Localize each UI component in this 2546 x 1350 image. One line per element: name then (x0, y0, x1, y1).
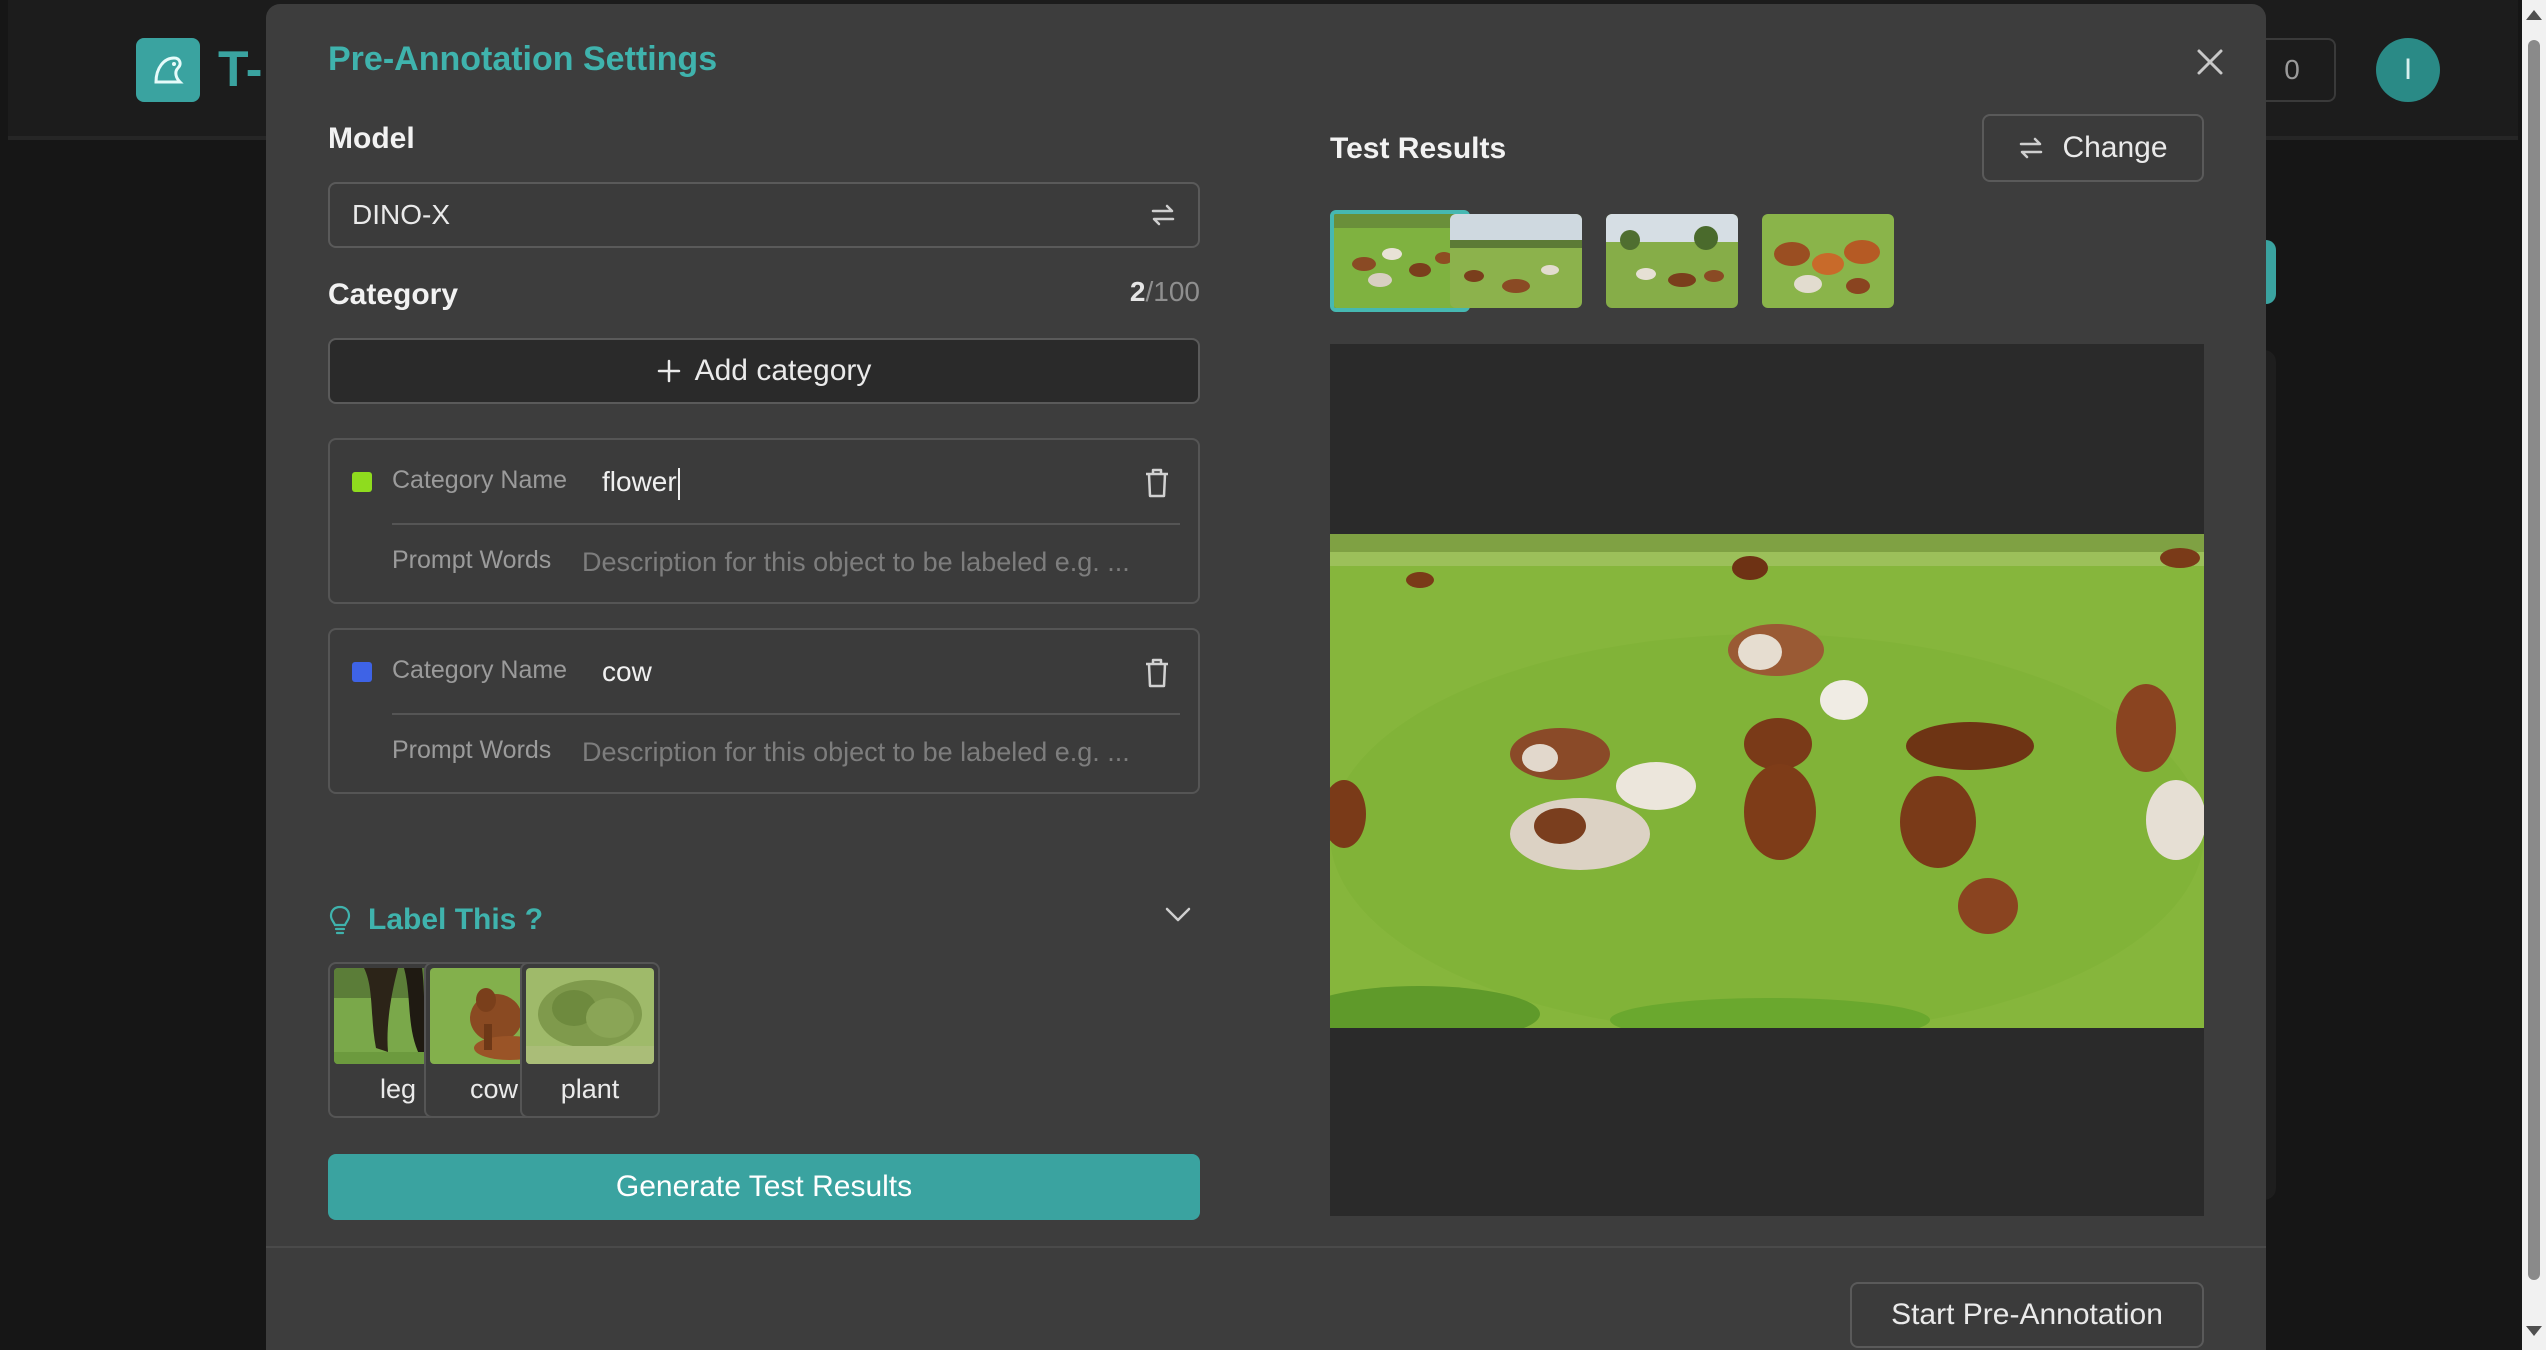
pre-annotation-modal: Pre-Annotation Settings Model DINO-X Cat… (266, 4, 2266, 1350)
prompt-words-label: Prompt Words (392, 736, 552, 764)
test-result-image (1330, 534, 2204, 1028)
close-icon (2197, 49, 2223, 75)
model-select[interactable]: DINO-X (328, 182, 1200, 248)
generate-test-results-button[interactable]: Generate Test Results (328, 1154, 1200, 1220)
start-pre-annotation-button[interactable]: Start Pre-Annotation (1850, 1282, 2204, 1348)
delete-category-button[interactable] (1142, 656, 1172, 690)
category-divider (392, 523, 1180, 525)
category-name-input[interactable]: flower (602, 466, 680, 500)
category-name-value: flower (602, 466, 677, 497)
label-this-title: Label This ? (368, 903, 544, 936)
category-count-max: /100 (1145, 276, 1201, 307)
category-label: Category (328, 278, 459, 311)
test-thumbnail-3[interactable] (1606, 214, 1738, 308)
lightbulb-icon (329, 905, 351, 935)
avatar[interactable]: I (2376, 38, 2440, 102)
test-result-preview[interactable] (1330, 344, 2204, 1216)
trash-icon (1146, 658, 1168, 688)
scroll-thumb[interactable] (2528, 40, 2540, 1280)
category-divider (392, 713, 1180, 715)
close-button[interactable] (2190, 42, 2230, 82)
category-card: Category Name flower Prompt Words (328, 438, 1200, 604)
test-thumbnail-2[interactable] (1450, 214, 1582, 308)
modal-title: Pre-Annotation Settings (328, 40, 718, 78)
prompt-words-input[interactable] (582, 540, 1172, 584)
category-name-label: Category Name (392, 466, 568, 494)
text-caret (677, 467, 680, 500)
trash-icon (1146, 468, 1168, 498)
modal-footer-divider (266, 1246, 2266, 1248)
change-label: Change (2062, 131, 2168, 164)
scroll-up-arrow-icon[interactable] (2526, 10, 2542, 20)
model-label: Model (328, 122, 415, 155)
delete-category-button[interactable] (1142, 466, 1172, 500)
change-button[interactable]: Change (1982, 114, 2204, 182)
plus-icon (657, 359, 680, 383)
suggestion-plant[interactable]: plant (520, 962, 660, 1118)
category-card: Category Name cow Prompt Words (328, 628, 1200, 794)
category-count-current: 2 (1129, 276, 1146, 307)
test-thumbnail-1[interactable] (1330, 210, 1470, 312)
category-color-swatch[interactable] (352, 472, 372, 492)
page-scrollbar[interactable] (2522, 0, 2546, 1350)
prompt-words-input[interactable] (582, 730, 1172, 774)
suggestion-label: plant (560, 1074, 620, 1104)
model-select-value: DINO-X (352, 199, 450, 230)
prompt-words-label: Prompt Words (392, 546, 552, 574)
swap-icon (2020, 137, 2043, 159)
test-thumbnail-4[interactable] (1762, 214, 1894, 308)
chevron-down-icon[interactable] (1164, 906, 1192, 924)
category-name-label: Category Name (392, 656, 568, 684)
swap-icon (1151, 204, 1175, 226)
test-results-title: Test Results (1330, 132, 1507, 165)
app-logo-icon[interactable] (136, 38, 200, 102)
label-this-header[interactable]: Label This ? (328, 896, 1200, 944)
add-category-label: Add category (694, 354, 872, 387)
add-category-button[interactable]: Add category (328, 338, 1200, 404)
plant-thumbnail (526, 968, 654, 1064)
category-count: 2/100 (1066, 276, 1200, 308)
scroll-down-arrow-icon[interactable] (2526, 1326, 2542, 1336)
app-logo-text: T- (218, 41, 263, 97)
category-color-swatch[interactable] (352, 662, 372, 682)
category-name-input[interactable]: cow (602, 656, 652, 688)
